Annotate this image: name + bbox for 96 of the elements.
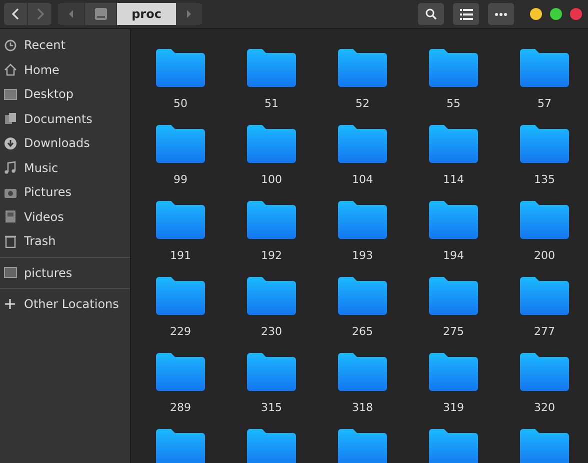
folder-item[interactable]: 57	[499, 49, 588, 125]
folder-icon	[156, 429, 205, 463]
folder-item[interactable]: 230	[226, 277, 317, 353]
folder-item[interactable]: 275	[408, 277, 499, 353]
list-view-button[interactable]	[453, 3, 479, 25]
folder-icon	[429, 201, 478, 239]
folder-item[interactable]: 319	[408, 353, 499, 429]
folder-icon	[338, 277, 387, 315]
folder-item[interactable]: 50	[135, 49, 226, 125]
film-icon	[4, 210, 16, 224]
folder-item[interactable]: 194	[408, 201, 499, 277]
list-icon	[460, 8, 472, 20]
folder-icon	[247, 429, 296, 463]
folder-icon	[429, 429, 478, 463]
folder-icon	[429, 49, 478, 87]
trash-icon	[4, 234, 16, 248]
minimize-button[interactable]	[530, 8, 542, 20]
folder-item[interactable]: 135	[499, 125, 588, 201]
folder-icon	[338, 125, 387, 163]
folder-icon	[429, 353, 478, 391]
folder-item[interactable]: 51	[226, 49, 317, 125]
folder-icon	[338, 353, 387, 391]
folder-icon	[247, 125, 296, 163]
folder-item[interactable]: 320	[499, 353, 588, 429]
clock-icon	[4, 38, 16, 52]
maximize-button[interactable]	[550, 8, 562, 20]
folder-icon	[247, 49, 296, 87]
sidebar-item[interactable]: Other Locations	[0, 292, 130, 316]
chevron-left-icon	[10, 8, 20, 20]
sidebar-item[interactable]: Music	[0, 156, 130, 180]
path-button[interactable]: proc	[116, 3, 176, 25]
triangle-left-icon	[67, 9, 75, 19]
folder-icon	[338, 429, 387, 463]
folder-item[interactable]: 265	[317, 277, 408, 353]
folder-item[interactable]: 114	[408, 125, 499, 201]
folder-icon	[429, 125, 478, 163]
triangle-right-icon	[185, 9, 193, 19]
folder-icon	[338, 49, 387, 87]
folder-icon	[156, 353, 205, 391]
sidebar-item[interactable]: Trash	[0, 229, 130, 254]
folder-icon	[247, 201, 296, 239]
drive-path-button[interactable]	[84, 3, 116, 25]
sidebar-item[interactable]: Videos	[0, 204, 130, 229]
folder-icon	[338, 201, 387, 239]
documents-icon	[4, 112, 16, 126]
folder-icon	[247, 353, 296, 391]
folder-item[interactable]: 52	[317, 49, 408, 125]
folder-icon	[520, 353, 569, 391]
camera-icon	[4, 186, 16, 198]
sidebar-item[interactable]: Downloads	[0, 131, 130, 156]
folder-icon	[156, 125, 205, 163]
path-scroll-right-button[interactable]	[176, 3, 202, 25]
folder-item[interactable]: 104	[317, 125, 408, 201]
chevron-right-icon	[34, 8, 44, 20]
folder-item[interactable]: 193	[317, 201, 408, 277]
folder-icon	[520, 429, 569, 463]
folder-icon	[4, 267, 16, 278]
folder-item[interactable]: 200	[499, 201, 588, 277]
folder-item[interactable]: 318	[317, 353, 408, 429]
folder-icon	[156, 201, 205, 239]
menu-button[interactable]	[488, 3, 514, 25]
drive-icon	[94, 6, 108, 22]
folder-item[interactable]: 100	[226, 125, 317, 201]
back-button[interactable]	[4, 3, 28, 25]
sidebar-item[interactable]: Documents	[0, 106, 130, 131]
folder-item[interactable]: 315	[226, 353, 317, 429]
sidebar-item[interactable]: Home	[0, 58, 130, 82]
sidebar-item[interactable]: pictures	[0, 260, 130, 285]
download-icon	[4, 136, 16, 150]
folder-item[interactable]: 99	[135, 125, 226, 201]
folder-icon	[156, 277, 205, 315]
music-note-icon	[4, 161, 16, 174]
close-button[interactable]	[570, 8, 582, 20]
sidebar-item[interactable]: Recent	[0, 33, 130, 58]
sidebar-item[interactable]: Pictures	[0, 180, 130, 204]
search-button[interactable]	[418, 3, 444, 25]
folder-icon	[429, 277, 478, 315]
plus-icon	[5, 299, 15, 310]
folder-item[interactable]: 192	[226, 201, 317, 277]
folder-icon	[247, 277, 296, 315]
folder-item[interactable]: 191	[135, 201, 226, 277]
home-icon	[4, 63, 16, 76]
folder-item[interactable]: 55	[408, 49, 499, 125]
monitor-icon	[4, 88, 16, 100]
folder-icon	[520, 125, 569, 163]
folder-item[interactable]: 277	[499, 277, 588, 353]
folder-item[interactable]: 289	[135, 353, 226, 429]
folder-icon	[520, 201, 569, 239]
path-scroll-left-button[interactable]	[58, 3, 84, 25]
folder-icon	[520, 277, 569, 315]
folder-icon	[520, 49, 569, 87]
more-icon	[495, 12, 507, 16]
folder-icon	[156, 49, 205, 87]
folder-item[interactable]: 229	[135, 277, 226, 353]
search-icon	[425, 8, 437, 20]
sidebar-item[interactable]: Desktop	[0, 82, 130, 106]
